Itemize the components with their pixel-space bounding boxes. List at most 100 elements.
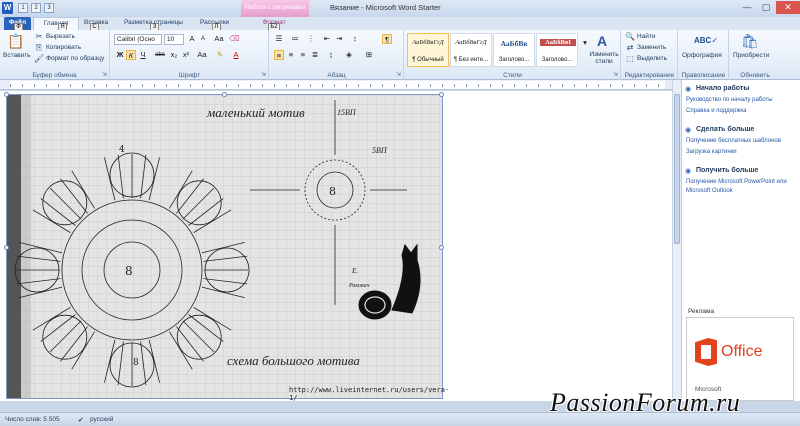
clipart-link[interactable]: Загрузка картинки: [686, 149, 737, 155]
purchase-icon[interactable]: 🛍: [740, 32, 760, 50]
small-motif-caption: маленький мотив: [206, 105, 305, 120]
multilevel-list-icon[interactable]: ⋮: [306, 34, 316, 44]
font-group-label: Шрифт: [178, 72, 201, 79]
sort-icon[interactable]: ↕: [350, 34, 360, 44]
text-effects-button[interactable]: Aa: [195, 50, 209, 60]
format-painter-button[interactable]: Формат по образцу: [46, 55, 104, 62]
resize-handle-left[interactable]: [4, 245, 9, 250]
qat-button-3[interactable]: 3: [44, 3, 54, 13]
borders-icon[interactable]: ⊞: [364, 50, 374, 60]
resize-handle-top-left[interactable]: [4, 92, 9, 97]
vertical-scrollbar[interactable]: [672, 80, 681, 401]
get-powerpoint-link[interactable]: Получение Microsoft PowerPoint или: [686, 179, 787, 185]
decrease-indent-icon[interactable]: ⇤: [322, 34, 332, 44]
increase-indent-icon[interactable]: ⇥: [334, 34, 344, 44]
grow-font-icon[interactable]: A: [187, 34, 197, 44]
spelling-button[interactable]: Орфография: [682, 52, 722, 59]
superscript-button[interactable]: x²: [181, 50, 191, 60]
change-styles-button[interactable]: Изменить стили: [588, 51, 620, 65]
style-heading-1[interactable]: АаБбВв Заголово...: [493, 33, 535, 67]
horizontal-ruler[interactable]: [0, 80, 672, 90]
numbering-icon[interactable]: ≔: [290, 34, 300, 44]
paste-icon[interactable]: 📋: [6, 32, 26, 50]
show-marks-button[interactable]: ¶: [382, 34, 392, 44]
proofing-status-icon[interactable]: ✔: [78, 416, 83, 424]
paragraph-launcher-icon[interactable]: ⇲: [396, 71, 401, 78]
change-case-icon[interactable]: Aa: [214, 34, 224, 44]
cut-icon[interactable]: ✂: [34, 32, 44, 42]
spelling-icon[interactable]: ABC✓: [694, 32, 718, 50]
big-motif-bottom-label: 8: [133, 358, 139, 368]
highlight-icon[interactable]: ✎: [215, 50, 225, 60]
replace-button[interactable]: Заменить: [637, 44, 666, 51]
style-normal-name: ¶ Обычный: [412, 57, 444, 63]
style-normal-sample: АаБбВвГгД: [412, 39, 444, 46]
resize-handle-top-right[interactable]: [439, 92, 444, 97]
purchase-button[interactable]: Приобрести: [733, 52, 769, 59]
font-color-icon[interactable]: A: [231, 50, 241, 60]
underline-button[interactable]: Ч: [138, 50, 148, 60]
clear-format-icon[interactable]: ⌫: [229, 34, 240, 44]
style-heading-1-sample: АаБбВв: [500, 39, 528, 48]
align-right-icon[interactable]: ≡: [298, 50, 308, 60]
get-outlook-link[interactable]: Microsoft Outlook: [686, 188, 733, 194]
clipboard-launcher-icon[interactable]: ⇲: [102, 71, 107, 78]
paste-button[interactable]: Вставить: [3, 52, 31, 59]
title-bar: W 1 2 3 Работа с рисунками Вязание - Mic…: [0, 0, 800, 17]
font-size-combo[interactable]: 10: [164, 34, 184, 45]
word-count[interactable]: Число слов: 5 505: [5, 416, 60, 423]
resize-handle-top[interactable]: [222, 92, 227, 97]
style-normal[interactable]: АаБбВвГгД ¶ Обычный: [407, 33, 449, 67]
select-button[interactable]: Выделить: [637, 55, 667, 62]
resize-handle-right[interactable]: [439, 245, 444, 250]
replace-icon[interactable]: ⇄: [625, 43, 635, 53]
minimize-button[interactable]: —: [738, 1, 756, 14]
copy-icon[interactable]: ⎘: [34, 43, 44, 53]
strikethrough-button[interactable]: abc: [153, 50, 167, 60]
paragraph-group: ☰ ≔ ⋮ ⇤ ⇥ ↕ ¶ ≡ ≡ ≡ ≣ ↨ ◈ ⊞ Абзац ⇲: [270, 30, 404, 80]
font-launcher-icon[interactable]: ⇲: [261, 71, 266, 78]
big-motif-center-label: 8: [125, 264, 133, 278]
bold-button[interactable]: Ж: [115, 50, 125, 60]
qat-button-2[interactable]: 2: [31, 3, 41, 13]
change-styles-icon[interactable]: A: [592, 32, 612, 50]
copy-button[interactable]: Копировать: [46, 44, 81, 51]
format-painter-icon[interactable]: 🖌: [34, 54, 44, 64]
crochet-pattern-image[interactable]: 8 8 4 8 маленький мотив 15ВП 5ВП схема б…: [4, 92, 449, 402]
font-name-combo[interactable]: Calibri (Осно: [114, 34, 162, 45]
styles-scroll-icon[interactable]: ▾: [580, 38, 590, 48]
vertical-scrollbar-thumb[interactable]: [674, 94, 680, 244]
tab-home[interactable]: Главная: [33, 17, 79, 30]
find-icon[interactable]: 🔍: [625, 32, 635, 42]
justify-icon[interactable]: ≣: [310, 50, 320, 60]
line-spacing-icon[interactable]: ↨: [326, 50, 336, 60]
getting-started-link[interactable]: Руководство по началу работы: [686, 97, 773, 103]
do-more-section-title: Сделать больше: [696, 126, 755, 133]
clipboard-group-label: Буфер обмена: [32, 72, 77, 79]
align-center-icon[interactable]: ≡: [286, 50, 296, 60]
align-left-icon[interactable]: ≡: [274, 50, 284, 60]
subscript-button[interactable]: x₂: [169, 50, 179, 60]
qat-button-1[interactable]: 1: [18, 3, 28, 13]
maximize-button[interactable]: ▢: [757, 1, 775, 14]
find-button[interactable]: Найти: [637, 33, 656, 40]
style-heading-2[interactable]: АаБбВвI Заголово...: [536, 33, 578, 67]
free-templates-link[interactable]: Получение бесплатных шаблонов: [686, 138, 781, 144]
shading-icon[interactable]: ◈: [344, 50, 354, 60]
language-indicator[interactable]: русский: [90, 416, 113, 423]
document-canvas[interactable]: 8 8 4 8 маленький мотив 15ВП 5ВП схема б…: [0, 91, 672, 402]
help-support-link[interactable]: Справка и поддержка: [686, 108, 746, 114]
close-button[interactable]: ✕: [776, 1, 800, 14]
select-icon[interactable]: ⬚: [625, 54, 635, 64]
source-url-caption: http://www.liveinternet.ru/users/vera-1/: [289, 386, 450, 402]
italic-button[interactable]: К: [126, 50, 136, 60]
site-watermark: PassionForum.ru: [550, 388, 741, 417]
shrink-font-icon[interactable]: A: [198, 34, 208, 44]
office-ad-text: Office: [721, 343, 763, 360]
do-more-icon: ◉: [685, 127, 692, 134]
styles-launcher-icon[interactable]: ⇲: [613, 71, 618, 78]
word-logo-icon[interactable]: W: [2, 2, 13, 14]
bullets-icon[interactable]: ☰: [274, 34, 284, 44]
style-no-spacing[interactable]: АаБбВвГгД ¶ Без инте...: [450, 33, 492, 67]
cut-button[interactable]: Вырезать: [46, 33, 75, 40]
